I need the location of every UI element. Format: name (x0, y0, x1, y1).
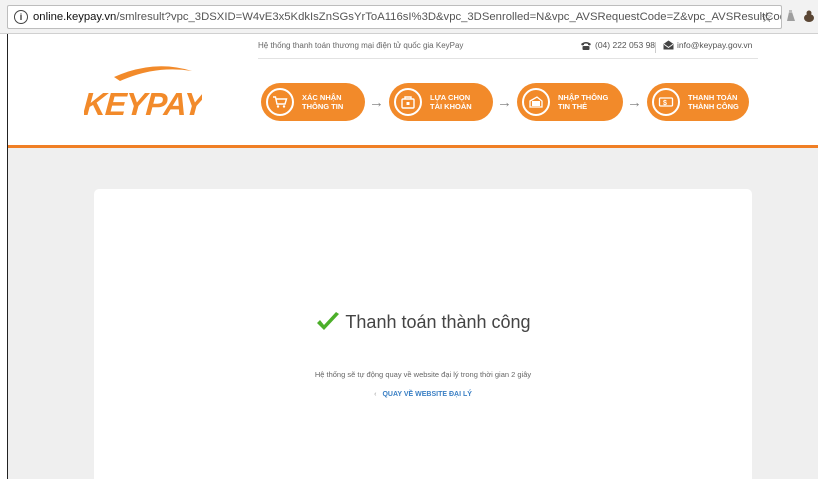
money-icon: $ (652, 88, 680, 116)
step-label: LỰA CHỌN TÀI KHOẢN (430, 93, 472, 111)
back-link-label[interactable]: QUAY VỀ WEBSITE ĐẠI LÝ (382, 391, 471, 398)
step-payment-success: $ THANH TOÁN THÀNH CÔNG (647, 83, 749, 121)
success-heading: Thanh toán thành công (94, 311, 752, 333)
phone-contact: (04) 222 053 98 (580, 40, 655, 50)
url-text: online.keypay.vn/smlresult?vpc_3DSXID=W4… (33, 11, 781, 23)
svg-text:$: $ (663, 100, 667, 107)
back-to-merchant-link[interactable]: ‹ QUAY VỀ WEBSITE ĐẠI LÝ (94, 391, 752, 398)
info-icon[interactable]: i (14, 10, 28, 24)
svg-text:KEYPAY: KEYPAY (84, 86, 202, 122)
chevron-left-icon: ‹ (374, 391, 377, 398)
step-label: NHẬP THÔNG TIN THẺ (558, 93, 609, 111)
extension-icon[interactable] (802, 9, 816, 23)
browser-toolbar: i online.keypay.vn/smlresult?vpc_3DSXID=… (0, 0, 818, 34)
step-enter-card-info: NHẬP THÔNG TIN THẺ (517, 83, 623, 121)
step-confirm-info: XÁC NHẬN THÔNG TIN (261, 83, 365, 121)
phone-number: (04) 222 053 98 (595, 40, 656, 50)
header-info-bar: Hệ thống thanh toán thương mại điện tử q… (258, 39, 758, 59)
address-bar[interactable]: i online.keypay.vn/smlresult?vpc_3DSXID=… (7, 5, 782, 29)
arrow-right-icon: → (627, 94, 642, 111)
site-header: Hệ thống thanh toán thương mại điện tử q… (8, 34, 818, 148)
bookmark-star-icon[interactable]: ☆ (760, 9, 773, 25)
redirect-message: Hệ thống sẽ tự động quay về website đại … (314, 370, 532, 379)
wallet-icon (394, 88, 422, 116)
email-icon (663, 40, 674, 50)
page-viewport: Hệ thống thanh toán thương mại điện tử q… (7, 34, 818, 479)
step-label: XÁC NHẬN THÔNG TIN (302, 93, 344, 111)
step-select-account: LỰA CHỌN TÀI KHOẢN (389, 83, 493, 121)
success-title: Thanh toán thành công (345, 311, 531, 332)
phone-icon (581, 41, 591, 50)
extension-icon[interactable] (784, 9, 798, 23)
arrow-right-icon: → (497, 94, 512, 111)
tagline: Hệ thống thanh toán thương mại điện tử q… (258, 41, 464, 50)
divider (655, 42, 656, 53)
cart-icon (266, 88, 294, 116)
arrow-right-icon: → (369, 94, 384, 111)
checkmark-icon (317, 312, 340, 330)
email-contact[interactable]: info@keypay.gov.vn (663, 40, 752, 50)
email-address[interactable]: info@keypay.gov.vn (677, 40, 752, 50)
card-icon (522, 88, 550, 116)
keypay-logo[interactable]: KEYPAY (84, 63, 202, 123)
step-label: THANH TOÁN THÀNH CÔNG (688, 93, 739, 111)
result-card: Thanh toán thành công Hệ thống sẽ tự độn… (94, 189, 752, 479)
